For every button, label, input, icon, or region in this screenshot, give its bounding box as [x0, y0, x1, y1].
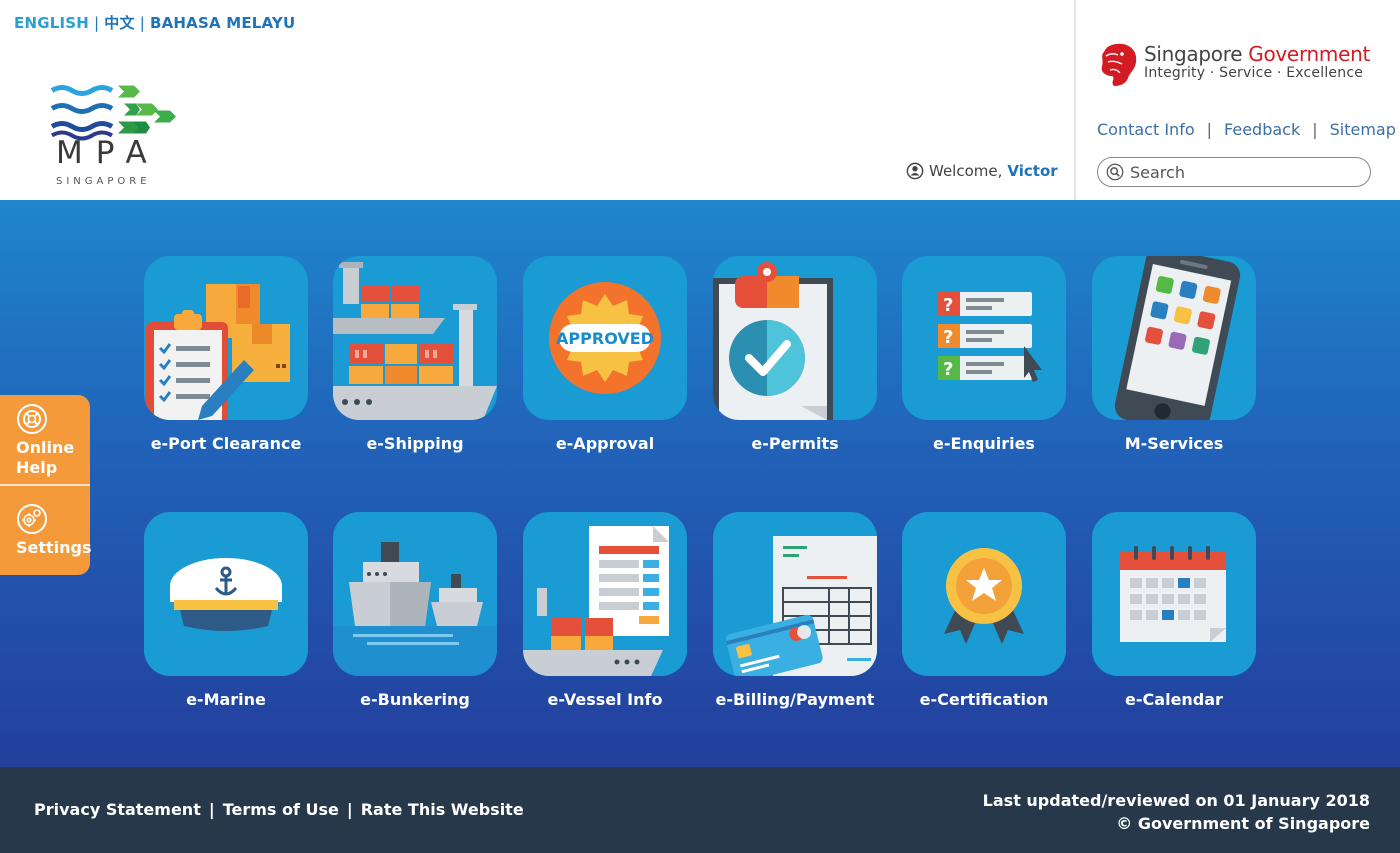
tile-e-calendar[interactable]: e-Calendar [1092, 512, 1256, 709]
svg-text:?: ? [943, 359, 953, 380]
tile-e-permits[interactable]: e-Permits [713, 256, 877, 453]
footer-info: Last updated/reviewed on 01 January 2018… [983, 789, 1370, 835]
lion-head-icon[interactable] [1098, 42, 1138, 88]
header-divider [1074, 0, 1076, 200]
tile-label: e-Billing/Payment [715, 690, 875, 709]
ships-on-water-icon [333, 542, 497, 676]
gov-title-government: Government [1248, 42, 1370, 66]
tile-e-shipping[interactable]: e-Shipping [333, 256, 497, 453]
tile-label: e-Permits [751, 434, 839, 453]
tile-m-services[interactable]: M-Services [1092, 256, 1256, 453]
container-ship-icon [333, 262, 497, 420]
gov-tagline: Integrity · Service · Excellence [1144, 65, 1364, 81]
tile-label: M-Services [1124, 434, 1224, 453]
svg-text:?: ? [943, 327, 953, 348]
user-icon [906, 162, 924, 180]
site-header: ENGLISH | 中文 | BAHASA MELAYU MPA SINGAPORE W… [0, 0, 1400, 200]
captain-hat-icon [170, 558, 282, 631]
question-list-icon: ??? [938, 292, 1042, 382]
site-footer: Privacy Statement | Terms of Use | Rate … [0, 767, 1400, 853]
gov-title-singapore: Singapore [1144, 42, 1249, 66]
tile-label: e-Calendar [1125, 690, 1223, 709]
utility-links: Contact Info | Feedback | Sitemap [1097, 120, 1396, 139]
tile-e-marine[interactable]: e-Marine [144, 512, 308, 709]
tile-label: e-Bunkering [360, 690, 470, 709]
online-help-line2: Help [16, 458, 58, 477]
tile-e-certification[interactable]: e-Certification [902, 512, 1066, 709]
side-tab-divider [0, 484, 90, 486]
clipboard-check-icon [713, 262, 833, 420]
welcome-label: Welcome, [929, 162, 1003, 180]
search-icon[interactable] [1106, 163, 1124, 181]
side-help-tab: Online Help Settings [0, 395, 92, 575]
award-medal-icon [944, 548, 1024, 644]
svg-text:?: ? [943, 295, 953, 316]
settings-button[interactable]: Settings [16, 503, 92, 558]
tile-e-approval[interactable]: APPROVED e-Approval [523, 256, 687, 453]
lang-malay[interactable]: BAHASA MELAYU [150, 14, 295, 32]
tile-label: e-Marine [186, 690, 266, 709]
vessel-document-icon [523, 526, 669, 676]
tile-label: e-Approval [555, 434, 655, 453]
last-updated: Last updated/reviewed on 01 January 2018 [982, 791, 1370, 810]
online-help-button[interactable]: Online Help [16, 403, 74, 478]
invoice-card-icon [725, 536, 877, 676]
approved-stamp-icon: APPROVED [549, 282, 661, 394]
gear-icon [17, 504, 47, 534]
welcome-message: Welcome, Victor [906, 162, 1058, 180]
rate-website-link[interactable]: Rate This Website [361, 800, 524, 819]
mpa-subtitle: SINGAPORE [56, 176, 151, 187]
services-area: e-Port Clearance e-Shipping APPROVED e-A… [0, 200, 1400, 767]
tile-e-bunkering[interactable]: e-Bunkering [333, 512, 497, 709]
terms-of-use-link[interactable]: Terms of Use [223, 800, 339, 819]
gov-title: Singapore Government [1144, 42, 1370, 66]
tile-e-port-clearance[interactable]: e-Port Clearance [144, 256, 308, 453]
mpa-wordmark: MPA [56, 135, 160, 171]
tile-label: e-Vessel Info [547, 690, 663, 709]
tile-e-enquiries[interactable]: ??? e-Enquiries [902, 256, 1066, 453]
tile-e-vessel-info[interactable]: e-Vessel Info [523, 512, 687, 709]
user-name[interactable]: Victor [1007, 162, 1057, 180]
tile-label: e-Shipping [366, 434, 464, 453]
clipboard-boxes-icon [146, 284, 290, 420]
search-input[interactable] [1130, 162, 1350, 182]
footer-links: Privacy Statement | Terms of Use | Rate … [34, 800, 524, 819]
contact-info-link[interactable]: Contact Info [1097, 120, 1195, 139]
tile-e-billing-payment[interactable]: e-Billing/Payment [713, 512, 877, 709]
tile-label: e-Enquiries [933, 434, 1035, 453]
settings-label: Settings [16, 538, 92, 557]
lang-english[interactable]: ENGLISH [14, 14, 89, 32]
tile-label: e-Port Clearance [150, 434, 302, 453]
tile-label: e-Certification [919, 690, 1049, 709]
lang-chinese[interactable]: 中文 [104, 12, 134, 33]
feedback-link[interactable]: Feedback [1224, 120, 1300, 139]
language-bar: ENGLISH | 中文 | BAHASA MELAYU [14, 12, 296, 33]
calendar-icon [1120, 546, 1226, 642]
copyright: © Government of Singapore [1116, 814, 1370, 833]
lifebuoy-icon [17, 404, 47, 434]
online-help-line1: Online [16, 438, 75, 457]
mobile-phone-icon [1114, 256, 1241, 420]
approved-text: APPROVED [556, 329, 654, 348]
search-box[interactable] [1097, 157, 1371, 187]
sitemap-link[interactable]: Sitemap [1330, 120, 1396, 139]
privacy-statement-link[interactable]: Privacy Statement [34, 800, 201, 819]
